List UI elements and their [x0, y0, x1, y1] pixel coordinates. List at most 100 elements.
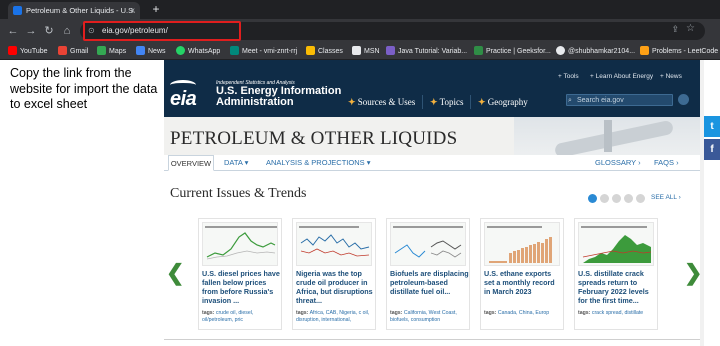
meet-icon	[230, 45, 239, 55]
eia-header: eia Independent Statistics and Analysis …	[164, 60, 700, 117]
geeksforgeeks-icon	[474, 45, 483, 55]
news-icon	[136, 45, 145, 55]
glossary-link[interactable]: GLOSSARY ›	[595, 155, 641, 171]
trend-card[interactable]: U.S. distillate crack spreads return to …	[574, 218, 658, 330]
gmail-icon	[58, 45, 67, 55]
facebook-share-icon[interactable]: f	[704, 139, 720, 160]
see-all-link[interactable]: SEE ALL ›	[651, 194, 681, 201]
bookmark-geeksforgeeks[interactable]: Practice | Geeksfor...	[474, 43, 551, 60]
bar-chart-thumbnail	[487, 226, 552, 263]
nigeria-oil-chart-thumbnail	[296, 222, 372, 266]
util-nav-tools[interactable]: + Tools	[558, 73, 579, 80]
forward-arrow-icon[interactable]: →	[24, 24, 38, 38]
line-chart-thumbnail	[393, 226, 463, 258]
tab-overview[interactable]: OVERVIEW	[168, 155, 214, 171]
carousel-dot[interactable]	[600, 194, 609, 203]
nav-sources-uses[interactable]: ✦ Sources & Uses	[348, 97, 415, 108]
search-button[interactable]	[678, 94, 689, 105]
java-tutorial-icon	[386, 45, 395, 55]
browser-tab[interactable]: Petroleum & Other Liquids - U.S. ×	[8, 2, 140, 19]
eia-agency-name[interactable]: U.S. Energy Information Administration	[216, 86, 346, 108]
trend-card[interactable]: Biofuels are displacing petroleum-based …	[386, 218, 470, 330]
card-title[interactable]: U.S. distillate crack spreads return to …	[578, 269, 657, 305]
bookmark-star-icon[interactable]: ☆	[686, 23, 695, 34]
carousel-dot-active[interactable]	[588, 194, 597, 203]
pipeline-support	[604, 120, 612, 152]
bookmark-maps[interactable]: Maps	[97, 43, 126, 60]
new-tab-button[interactable]: +	[148, 2, 164, 17]
trend-card[interactable]: U.S. diesel prices have fallen below pri…	[198, 218, 282, 330]
github-icon	[556, 45, 565, 55]
section-title: Current Issues & Trends	[170, 186, 307, 201]
card-tags: tags: crude oil, diesel, oil/petroleum, …	[202, 310, 254, 323]
trend-card[interactable]: Nigeria was the top crude oil producer i…	[292, 218, 376, 330]
crack-spreads-chart-thumbnail	[578, 222, 654, 266]
util-nav-news[interactable]: + News	[660, 73, 682, 80]
search-placeholder: Search eia.gov	[577, 97, 624, 104]
page-scrollbar[interactable]	[700, 60, 704, 346]
nav-geography[interactable]: ✦ Geography	[478, 97, 528, 108]
home-icon[interactable]: ⌂	[60, 24, 74, 38]
nav-divider	[470, 95, 471, 109]
card-title[interactable]: U.S. ethane exports set a monthly record…	[484, 269, 563, 296]
dropdown-caret-icon: ▾	[366, 158, 371, 167]
carousel-dot[interactable]	[636, 194, 645, 203]
carousel-next-arrow-icon[interactable]: ❯	[684, 260, 700, 286]
sub-navigation: OVERVIEW DATA ▾ ANALYSIS & PROJECTIONS ▾…	[164, 155, 700, 171]
area-chart-thumbnail	[581, 226, 652, 263]
biofuels-chart-thumbnail	[390, 222, 466, 266]
card-title[interactable]: Nigeria was the top crude oil producer i…	[296, 269, 375, 305]
nav-divider	[422, 95, 423, 109]
whatsapp-icon	[176, 45, 185, 55]
tab-close-icon[interactable]: ×	[130, 2, 135, 19]
back-arrow-icon[interactable]: ←	[6, 24, 20, 38]
tab-title: Petroleum & Other Liquids - U.S.	[26, 6, 136, 15]
share-icon[interactable]: ⇪	[671, 24, 679, 35]
bookmark-leetcode[interactable]: Problems - LeetCode	[640, 43, 718, 60]
ethane-exports-chart-thumbnail	[484, 222, 560, 266]
bookmark-meet[interactable]: Meet - vmi-znrt-rrj	[230, 43, 297, 60]
bookmark-news[interactable]: News	[136, 43, 166, 60]
url-highlight-box	[83, 21, 241, 41]
social-share-bar: t f	[704, 116, 720, 160]
instruction-note: Copy the link from the website for impor…	[10, 66, 158, 111]
tab-analysis-projections[interactable]: ANALYSIS & PROJECTIONS ▾	[266, 155, 371, 171]
diesel-price-chart-thumbnail	[202, 222, 278, 266]
eia-favicon-icon	[13, 6, 22, 15]
youtube-icon	[8, 45, 17, 55]
eia-search-input[interactable]: ⌕ Search eia.gov	[566, 94, 673, 106]
bookmark-java-tutorial[interactable]: Java Tutorial: Variab...	[386, 43, 467, 60]
section-divider	[164, 339, 700, 340]
bookmark-github[interactable]: @shubhamkar2104...	[556, 43, 635, 60]
search-icon: ⌕	[568, 97, 572, 104]
faqs-link[interactable]: FAQS ›	[654, 155, 679, 171]
twitter-share-icon[interactable]: t	[704, 116, 720, 137]
bookmark-classes[interactable]: Classes	[306, 43, 343, 60]
card-title[interactable]: U.S. diesel prices have fallen below pri…	[202, 269, 281, 305]
card-tags: tags: Africa, CAB, Nigeria, c oil, disru…	[296, 310, 370, 323]
util-nav-learn[interactable]: + Learn About Energy	[590, 73, 653, 80]
bookmark-whatsapp[interactable]: WhatsApp	[176, 43, 220, 60]
carousel-dot[interactable]	[612, 194, 621, 203]
line-chart-thumbnail	[299, 226, 370, 257]
card-tags: tags: crack spread, distillate	[578, 310, 644, 316]
bookmark-youtube[interactable]: YouTube	[8, 43, 48, 60]
card-tags: tags: California, West Coast, biofuels, …	[390, 310, 457, 323]
reload-icon[interactable]: ↻	[42, 24, 56, 38]
carousel-prev-arrow-icon[interactable]: ❮	[166, 260, 184, 286]
classroom-icon	[306, 45, 315, 55]
bookmark-msn[interactable]: MSN	[352, 43, 380, 60]
browser-tab-strip: Petroleum & Other Liquids - U.S. × +	[0, 0, 720, 19]
card-tags: tags: Canada, China, Europ	[484, 310, 550, 316]
page-title: PETROLEUM & OTHER LIQUIDS	[170, 128, 458, 149]
nav-topics[interactable]: ✦ Topics	[430, 97, 464, 108]
maps-icon	[97, 45, 106, 55]
bookmark-gmail[interactable]: Gmail	[58, 43, 88, 60]
leetcode-icon	[640, 45, 649, 55]
tab-data[interactable]: DATA ▾	[224, 155, 248, 171]
carousel-dot[interactable]	[624, 194, 633, 203]
line-chart-thumbnail	[205, 226, 277, 260]
eia-logo[interactable]: eia	[170, 88, 197, 111]
card-title[interactable]: Biofuels are displacing petroleum-based …	[390, 269, 469, 296]
trend-card[interactable]: U.S. ethane exports set a monthly record…	[480, 218, 564, 330]
